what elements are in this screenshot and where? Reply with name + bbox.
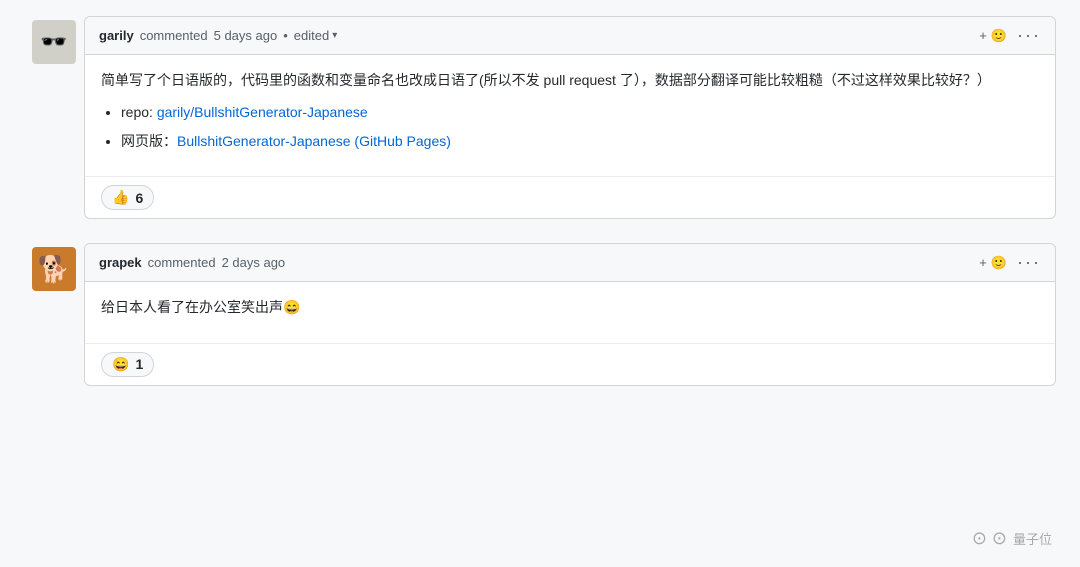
list-item-2: 网页版：BullshitGenerator-Japanese (GitHub P… xyxy=(121,130,1039,152)
comment-card-1: garily commented 5 days ago • edited ▾ +… xyxy=(84,16,1056,219)
comment-list-1: repo: garily/BullshitGenerator-Japanese … xyxy=(121,101,1039,152)
more-options-button-2[interactable]: ··· xyxy=(1017,252,1041,273)
comment-text-1: 简单写了个日语版的，代码里的函数和变量命名也改成日语了(所以不发 pull re… xyxy=(101,69,1039,91)
comment-header-right-1: + 🙂 ··· xyxy=(979,25,1041,46)
thumbsup-count-1: 6 xyxy=(135,190,143,206)
comment-time-2: 2 days ago xyxy=(222,255,286,270)
thumbsup-reaction-1[interactable]: 👍 6 xyxy=(101,185,154,210)
add-reaction-button-1[interactable]: + 🙂 xyxy=(979,28,1007,44)
edited-chevron-icon[interactable]: ▾ xyxy=(332,30,337,41)
avatar: 🕶️ xyxy=(32,20,76,64)
list-item-1-prefix: repo: xyxy=(121,104,157,120)
avatar-col: 🕶️ xyxy=(24,16,84,219)
avatar-col-2: 🐕 xyxy=(24,243,84,385)
comment-footer-1: 👍 6 xyxy=(85,176,1055,218)
add-icon-2: + xyxy=(979,255,987,270)
smile-count-2: 1 xyxy=(135,356,143,372)
avatar-emoji: 🕶️ xyxy=(40,29,67,55)
comment-username-2[interactable]: grapek xyxy=(99,255,142,270)
comment-username-1[interactable]: garily xyxy=(99,28,134,43)
thumbsup-emoji: 👍 xyxy=(112,189,129,206)
emoji-icon-2: 🙂 xyxy=(991,255,1007,271)
smile-emoji: 😄 xyxy=(112,356,129,373)
comment-header-left: garily commented 5 days ago • edited ▾ xyxy=(99,28,337,43)
add-reaction-button-2[interactable]: + 🙂 xyxy=(979,255,1007,271)
comment-header-right-2: + 🙂 ··· xyxy=(979,252,1041,273)
comment-body-2: 给日本人看了在办公室笑出声😄 xyxy=(85,282,1055,342)
comment-text-2: 给日本人看了在办公室笑出声😄 xyxy=(101,296,1039,318)
comment-header-2: grapek commented 2 days ago + 🙂 ··· xyxy=(85,244,1055,282)
edited-badge: edited ▾ xyxy=(294,28,337,43)
comment-card-2: grapek commented 2 days ago + 🙂 ··· 给日本人… xyxy=(84,243,1056,385)
comment-action-1: commented xyxy=(140,28,208,43)
comment-header-1: garily commented 5 days ago • edited ▾ +… xyxy=(85,17,1055,55)
watermark-logo: ⊙ ⊙ xyxy=(972,528,1007,549)
avatar-emoji-2: 🐕 xyxy=(38,254,70,285)
comment-block-2: 🐕 grapek commented 2 days ago + 🙂 ··· xyxy=(0,243,1080,385)
comment-body-1: 简单写了个日语版的，代码里的函数和变量命名也改成日语了(所以不发 pull re… xyxy=(85,55,1055,176)
add-icon: + xyxy=(979,28,987,43)
comment-footer-2: 😄 1 xyxy=(85,343,1055,385)
list-item-1-link[interactable]: garily/BullshitGenerator-Japanese xyxy=(157,104,368,120)
more-options-button-1[interactable]: ··· xyxy=(1017,25,1041,46)
list-item-1: repo: garily/BullshitGenerator-Japanese xyxy=(121,101,1039,123)
comment-action-2: commented xyxy=(148,255,216,270)
comment-separator-1: • xyxy=(283,28,288,43)
avatar-2: 🐕 xyxy=(32,247,76,291)
list-item-2-prefix: 网页版： xyxy=(121,133,177,149)
emoji-icon: 🙂 xyxy=(991,28,1007,44)
smile-reaction-2[interactable]: 😄 1 xyxy=(101,352,154,377)
comment-time-1: 5 days ago xyxy=(214,28,278,43)
comment-block: 🕶️ garily commented 5 days ago • edited … xyxy=(0,16,1080,219)
watermark-text: 量子位 xyxy=(1013,529,1052,548)
watermark: ⊙ ⊙ 量子位 xyxy=(972,528,1052,549)
page-wrapper: 🕶️ garily commented 5 days ago • edited … xyxy=(0,0,1080,567)
edited-label: edited xyxy=(294,28,329,43)
list-item-2-link[interactable]: BullshitGenerator-Japanese (GitHub Pages… xyxy=(177,133,451,149)
comment-header-left-2: grapek commented 2 days ago xyxy=(99,255,285,270)
